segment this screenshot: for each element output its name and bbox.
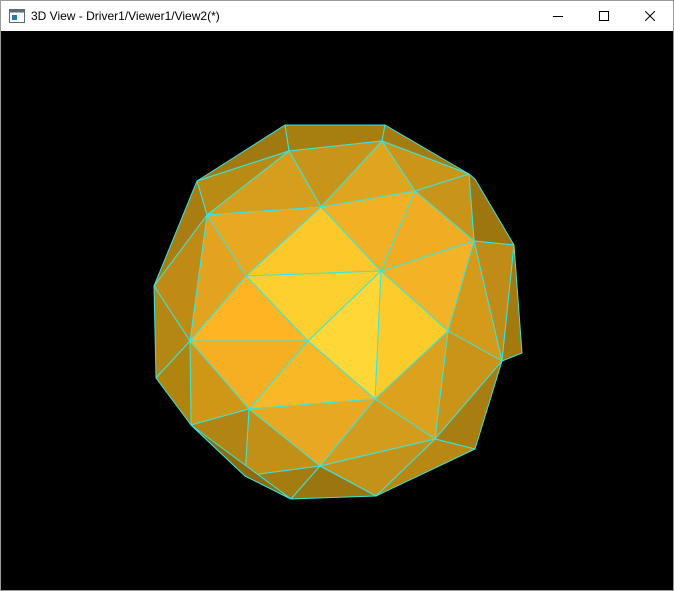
minimize-button[interactable] — [535, 1, 581, 31]
polyhedron-face[interactable] — [468, 173, 515, 246]
polyhedron-model[interactable] — [1, 31, 673, 590]
maximize-icon — [599, 11, 609, 21]
close-button[interactable] — [627, 1, 673, 31]
maximize-button[interactable] — [581, 1, 627, 31]
window-title: 3D View - Driver1/Viewer1/View2(*) — [31, 9, 220, 23]
title-bar[interactable]: 3D View - Driver1/Viewer1/View2(*) — [1, 1, 673, 31]
minimize-icon — [553, 16, 563, 17]
close-icon — [645, 11, 655, 21]
3d-viewport[interactable] — [1, 31, 673, 590]
app-window-icon — [9, 9, 25, 23]
app-window: 3D View - Driver1/Viewer1/View2(*) — [0, 0, 674, 591]
